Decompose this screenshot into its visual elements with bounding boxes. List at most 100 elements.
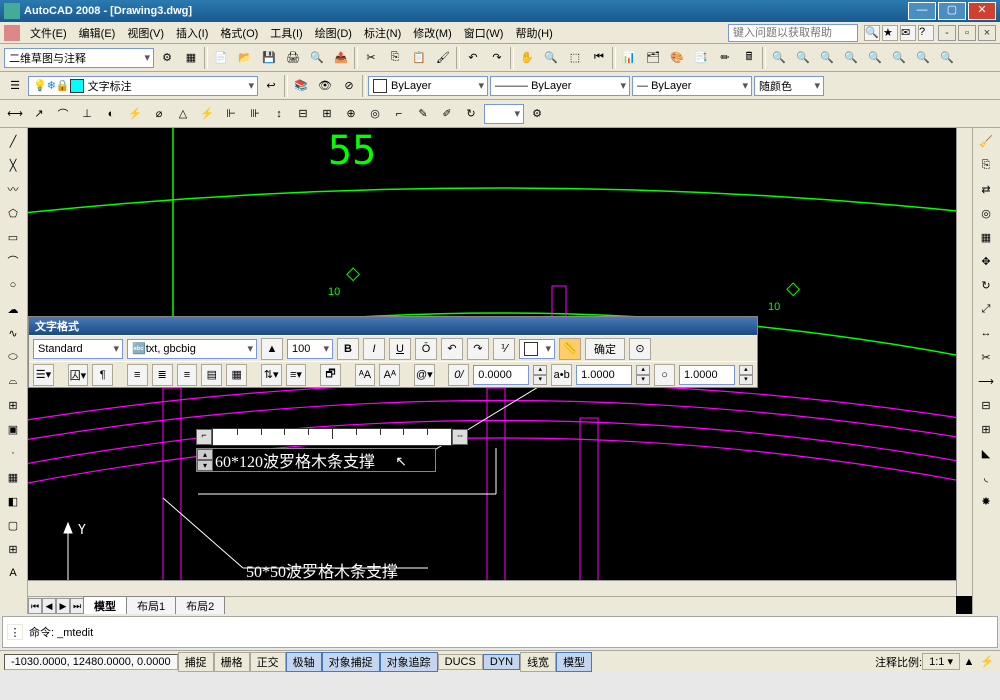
layer-combo[interactable]: 💡❄🔒 文字标注 [28,76,258,96]
zoom-all-button[interactable]: 🔍 [792,47,814,69]
ruler-left-icon[interactable]: ⌐ [196,429,212,445]
rotate-button[interactable]: ↻ [975,274,997,296]
zoom-out-button[interactable]: 🔍 [840,47,862,69]
dimstyle-button[interactable]: ⚙ [526,103,548,125]
dim-aligned-button[interactable]: ↗ [28,103,50,125]
overline-button[interactable]: Ō [415,338,437,360]
zoom-dyn-button[interactable]: 🔍 [936,47,958,69]
paste-button[interactable]: 📋 [408,47,430,69]
ok-button[interactable]: 确定 [585,338,625,360]
drawing-canvas[interactable]: 55 10◇ 10◇ Y X 50*50波罗格木条支撑 文字格式 Standar… [28,128,972,614]
infocenter-icon[interactable]: ★ [882,25,898,41]
doc-close-button[interactable]: × [978,25,996,41]
linetype-control[interactable]: ——— ByLayer [490,76,630,96]
tracking-input[interactable] [576,365,632,385]
align-dist-button[interactable]: ▦ [226,364,247,386]
italic-button[interactable]: I [363,338,385,360]
align-justify-button[interactable]: ▤ [201,364,222,386]
zoom-ext-button[interactable]: 🔍 [768,47,790,69]
menu-view[interactable]: 视图(V) [121,23,170,43]
calc-button[interactable]: 🖩 [738,47,760,69]
dim-jogged-button[interactable]: ⚡ [124,103,146,125]
joglinear-button[interactable]: ⌐ [388,103,410,125]
bold-button[interactable]: B [337,338,359,360]
lineweight-control[interactable]: — ByLayer [632,76,752,96]
ellipse-button[interactable]: ⬭ [2,346,24,368]
align-center-button[interactable]: ≣ [152,364,173,386]
dim-arc-button[interactable]: ⌒ [52,103,74,125]
arc-button[interactable]: ⌒ [2,250,24,272]
layeroff-button[interactable]: ⊘ [338,75,360,97]
menu-modify[interactable]: 修改(M) [407,23,458,43]
tab-first-button[interactable]: ⏮ [28,598,42,614]
text-color-combo[interactable] [519,339,555,359]
annotation-visibility-button[interactable]: ▲ [960,653,978,671]
grid-toggle[interactable]: 栅格 [214,652,250,672]
line-spacing-button[interactable]: ⇅▾ [261,364,282,386]
sheetset-button[interactable]: 📑 [690,47,712,69]
dim-ordinate-button[interactable]: ⊥ [76,103,98,125]
menu-draw[interactable]: 绘图(D) [309,23,358,43]
dim-linear-button[interactable]: ⟷ [4,103,26,125]
annotative-button[interactable]: ▲ [261,338,283,360]
maximize-button[interactable]: ▢ [938,2,966,20]
tracking-button[interactable]: a•b [551,364,572,386]
zoom-scale-button[interactable]: 🔍 [912,47,934,69]
columns-button[interactable]: ☰▾ [33,364,54,386]
workspace-combo[interactable]: 二维草图与注释 [4,48,154,68]
print-button[interactable]: 🖨 [282,47,304,69]
menu-help[interactable]: 帮助(H) [509,23,558,43]
ruler-width-handle[interactable]: ⇔ [452,429,468,445]
search-icon[interactable]: 🔍 [864,25,880,41]
dim-diameter-button[interactable]: ⌀ [148,103,170,125]
options-button[interactable]: ⊙ [629,338,651,360]
width-down[interactable]: ▾ [739,375,753,385]
text-style-combo[interactable]: Standard [33,339,123,359]
polygon-button[interactable]: ⬠ [2,202,24,224]
erase-button[interactable]: 🧹 [975,130,997,152]
width-up[interactable]: ▴ [739,365,753,375]
undo-button[interactable]: ↶ [462,47,484,69]
help-search-input[interactable] [728,24,858,42]
ellipsearc-button[interactable]: ⌓ [2,370,24,392]
dim-break-button[interactable]: ⊟ [292,103,314,125]
inspection-button[interactable]: ◎ [364,103,386,125]
menu-tools[interactable]: 工具(I) [264,23,308,43]
comm-icon[interactable]: ✉ [900,25,916,41]
copy-obj-button[interactable]: ⎘ [975,154,997,176]
oblique-button[interactable]: 0/ [448,364,469,386]
ruler-button[interactable]: 📏 [559,338,581,360]
mtext-spin-down[interactable]: ▾ [197,460,213,471]
dimstyle-combo[interactable] [484,104,524,124]
region-button[interactable]: ▢ [2,514,24,536]
layerstate-button[interactable]: 📚 [290,75,312,97]
snap-toggle[interactable]: 捕捉 [178,652,214,672]
trim-button[interactable]: ✂ [975,346,997,368]
makeblock-button[interactable]: ▣ [2,418,24,440]
underline-button[interactable]: U [389,338,411,360]
lowercase-button[interactable]: Aᴬ [379,364,400,386]
align-right-button[interactable]: ≡ [177,364,198,386]
dim-radius-button[interactable]: ◐ [100,103,122,125]
minimize-button[interactable]: — [908,2,936,20]
mtext-spin-up[interactable]: ▴ [197,449,213,460]
extend-button[interactable]: ⟶ [975,370,997,392]
menu-window[interactable]: 窗口(W) [458,23,510,43]
tolerance-button[interactable]: ⊞ [316,103,338,125]
mtext-justify-button[interactable]: 囚▾ [68,364,89,386]
layeriso-button[interactable]: 👁 [314,75,336,97]
xline-button[interactable]: ╳ [2,154,24,176]
new-button[interactable]: 📄 [210,47,232,69]
dim-quick-button[interactable]: ⚡ [196,103,218,125]
width-input[interactable] [679,365,735,385]
width-factor-button[interactable]: ○ [654,364,675,386]
line-button[interactable]: ╱ [2,130,24,152]
hatch-button[interactable]: ▦ [2,466,24,488]
doc-restore-button[interactable]: ▫ [958,25,976,41]
horizontal-scrollbar[interactable] [28,580,956,596]
annotation-scale-button[interactable]: 1:1 ▾ [922,653,960,670]
zoom-obj-button[interactable]: 🔍 [888,47,910,69]
tracking-down[interactable]: ▾ [636,375,650,385]
menu-edit[interactable]: 编辑(E) [73,23,122,43]
stack-button[interactable]: ⅟ [493,338,515,360]
